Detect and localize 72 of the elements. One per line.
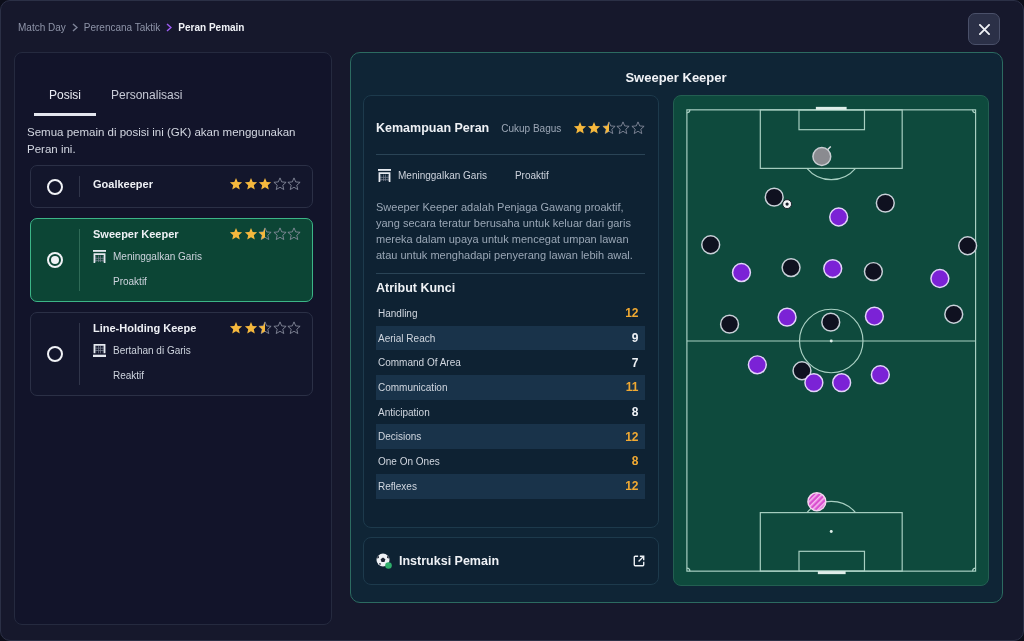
breadcrumb-item[interactable]: Match Day bbox=[18, 22, 66, 33]
attribute-value: 8 bbox=[631, 454, 639, 469]
star-icon bbox=[287, 227, 301, 241]
star-icon bbox=[243, 321, 258, 335]
role-name: Line-Holding Keepe bbox=[93, 322, 197, 334]
attributes-heading: Atribut Kunci bbox=[376, 280, 457, 296]
star-icon bbox=[258, 227, 272, 241]
star-icon bbox=[258, 321, 272, 335]
star-icon bbox=[243, 177, 258, 191]
attribute-name: One On Ones bbox=[378, 455, 440, 467]
role-title: Sweeper Keeper bbox=[624, 70, 728, 86]
line-trait: Bertahan di Garis bbox=[113, 344, 191, 356]
mentality-trait: Proaktif bbox=[113, 275, 147, 287]
breadcrumb-item: Peran Pemain bbox=[178, 22, 245, 33]
attribute-name: Decisions bbox=[378, 431, 422, 443]
star-icon bbox=[587, 121, 601, 135]
tab[interactable]: Posisi bbox=[34, 87, 96, 116]
attribute-value: 12 bbox=[625, 479, 639, 494]
star-icon bbox=[243, 227, 258, 241]
mentality-trait: Proaktif bbox=[514, 169, 549, 181]
player-instructions-button[interactable]: Instruksi Pemain bbox=[363, 537, 659, 585]
star-icon bbox=[572, 121, 587, 135]
ball-icon bbox=[376, 553, 392, 569]
star-icon bbox=[616, 121, 630, 135]
line-trait: Meninggalkan Garis bbox=[398, 169, 487, 181]
radio-button[interactable] bbox=[47, 178, 63, 195]
attribute-name: Command Of Area bbox=[378, 357, 461, 369]
attribute-value: 9 bbox=[631, 331, 639, 346]
ability-rating: Cukup Bagus bbox=[501, 122, 562, 134]
attribute-name: Aerial Reach bbox=[378, 332, 436, 344]
role-card[interactable]: Sweeper Keeper Meninggalkan Garis Proaktif bbox=[30, 218, 313, 302]
star-icon bbox=[229, 227, 243, 241]
attribute-value: 11 bbox=[625, 380, 639, 395]
goal-icon bbox=[93, 249, 106, 263]
attribute-value: 7 bbox=[631, 355, 639, 370]
line-trait: Meninggalkan Garis bbox=[113, 250, 202, 262]
attribute-name: Anticipation bbox=[378, 406, 430, 418]
position-note: Semua pemain di posisi ini (GK) akan menggunakan Peran ini. bbox=[27, 125, 297, 157]
star-icon bbox=[229, 321, 243, 335]
star-icon bbox=[287, 177, 301, 191]
star-icon bbox=[258, 177, 272, 191]
mentality-trait: Reaktif bbox=[113, 369, 145, 381]
attribute-value: 8 bbox=[631, 405, 639, 420]
goal-icon bbox=[93, 343, 106, 357]
radio-button[interactable] bbox=[47, 252, 63, 268]
radio-button[interactable] bbox=[47, 346, 63, 362]
star-icon bbox=[229, 177, 243, 191]
role-name: Goalkeeper bbox=[93, 178, 153, 190]
chevron-right-icon bbox=[166, 23, 173, 32]
star-icon bbox=[272, 177, 287, 191]
role-card[interactable]: Line-Holding Keepe Bertahan di Garis Reaktif bbox=[30, 312, 313, 396]
close-button[interactable] bbox=[968, 13, 1000, 45]
breadcrumb-item[interactable]: Perencana Taktik bbox=[83, 22, 161, 33]
attribute-name: Communication bbox=[378, 381, 448, 393]
star-icon bbox=[272, 321, 287, 335]
star-icon bbox=[630, 121, 645, 135]
role-name: Sweeper Keeper bbox=[93, 228, 179, 240]
attribute-name: Reflexes bbox=[378, 480, 417, 492]
role-card[interactable]: Goalkeeper bbox=[30, 165, 313, 208]
attribute-value: 12 bbox=[625, 306, 639, 321]
attribute-value: 12 bbox=[625, 429, 639, 444]
ability-label: Kemampuan Peran bbox=[376, 121, 490, 135]
star-icon bbox=[287, 321, 301, 335]
chevron-right-icon bbox=[71, 23, 78, 32]
external-link-icon bbox=[632, 555, 645, 567]
close-icon bbox=[978, 23, 990, 35]
star-icon bbox=[601, 121, 616, 135]
goal-icon bbox=[378, 168, 391, 182]
tab[interactable]: Personalisasi bbox=[96, 87, 198, 116]
star-icon bbox=[272, 227, 287, 241]
attribute-name: Handling bbox=[378, 307, 418, 319]
role-description: Sweeper Keeper adalah Penjaga Gawang proaktif, yang secara teratur berusaha untuk keluar dari garis mereka dalam upaya untuk mencegat umpan lawan atau untuk menghadapi penyerang lawan lebih awal. bbox=[376, 200, 634, 263]
